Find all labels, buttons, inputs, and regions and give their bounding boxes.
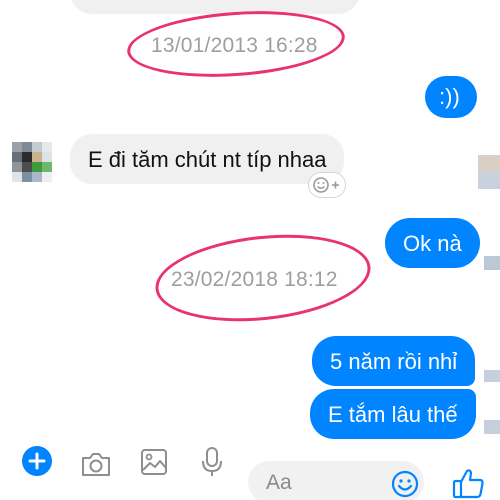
thumbs-up-button[interactable] [452,467,486,500]
timestamp-1: 13/01/2013 16:28 [151,34,318,57]
edge-fragment-1 [478,155,500,171]
thumbs-up-icon [452,469,484,499]
plus-button[interactable] [22,446,52,481]
timestamp-2: 23/02/2018 18:12 [171,268,338,291]
microphone-button[interactable] [200,446,224,483]
camera-icon [82,453,110,476]
camera-button[interactable] [80,450,112,483]
add-reaction-button[interactable] [308,172,346,198]
message-incoming-1[interactable]: E đi tăm chút nt típ nhaa [70,134,345,184]
emoji-icon [391,470,419,498]
avatar-top [14,0,54,18]
emoji-plus-icon [313,177,339,193]
edge-fragment-2 [478,171,500,189]
message-input[interactable] [266,471,386,495]
gallery-icon [141,449,167,475]
message-bubble-cutoff [70,0,360,14]
plus-icon [22,446,52,476]
edge-fragment-5 [484,420,500,434]
gallery-button[interactable] [140,448,168,481]
message-outgoing-1[interactable]: :)) [425,76,477,118]
microphone-icon [202,447,222,476]
message-outgoing-4[interactable]: E tắm lâu thế [310,389,476,439]
edge-fragment-4 [484,370,500,382]
emoji-button[interactable] [391,470,419,500]
avatar-incoming [12,142,52,182]
message-outgoing-2[interactable]: Ok nà [385,218,480,268]
edge-fragment-3 [484,256,500,270]
message-outgoing-3[interactable]: 5 năm rồi nhỉ [312,336,476,386]
